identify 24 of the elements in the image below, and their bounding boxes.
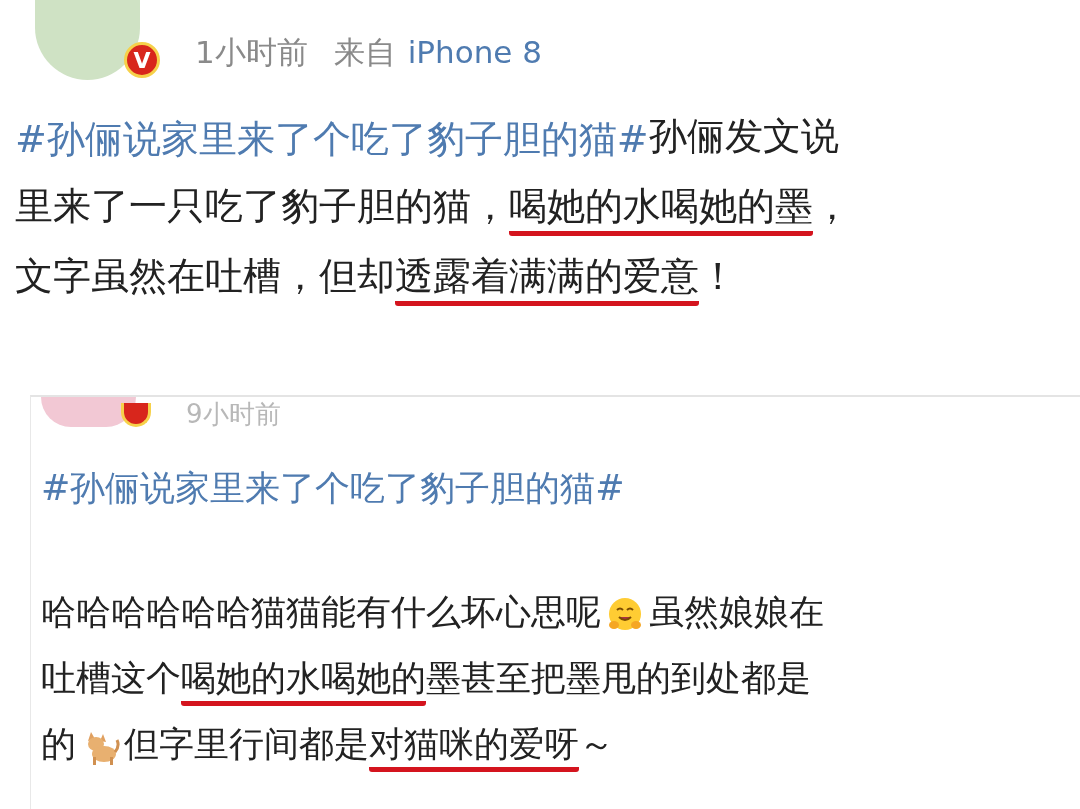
- device-link[interactable]: iPhone 8: [407, 34, 542, 70]
- hashtag-link[interactable]: #孙俪说家里来了个吃了豹子胆的猫#: [15, 104, 649, 174]
- post-text: 孙俪发文说: [648, 112, 839, 160]
- underlined-text: 透露着满满的爱意: [395, 251, 699, 307]
- post-text: ，: [813, 182, 851, 230]
- post-text: 文字虽然在吐槽，但却: [15, 252, 395, 300]
- post-text: 但字里行间都是: [124, 722, 369, 766]
- post-time: 1小时前: [195, 33, 308, 72]
- underlined-text: 对猫咪的爱呀: [369, 721, 579, 773]
- underlined-text: 喝她的水喝她的墨: [509, 181, 813, 237]
- post-text: 的: [41, 722, 76, 766]
- post-time: 9小时前: [186, 398, 281, 431]
- post-text: ～: [579, 722, 614, 766]
- post-text: 墨甚至把墨甩的到处都是: [426, 656, 811, 700]
- post-text: 虽然娘娘在: [649, 590, 824, 634]
- post-text: ！: [699, 252, 737, 300]
- post-text: 里来了一只吃了豹子胆的猫，: [15, 182, 509, 230]
- underlined-text: 喝她的水喝她的: [181, 655, 426, 707]
- source-label: 来自: [333, 33, 396, 72]
- verified-badge: V: [124, 42, 160, 78]
- post-text: 哈哈哈哈哈哈猫猫能有什么坏心思呢: [41, 590, 601, 634]
- post-text: 吐槽这个: [41, 656, 181, 700]
- hashtag-link[interactable]: #孙俪说家里来了个吃了豹子胆的猫#: [41, 465, 1080, 512]
- verified-badge: [121, 403, 151, 427]
